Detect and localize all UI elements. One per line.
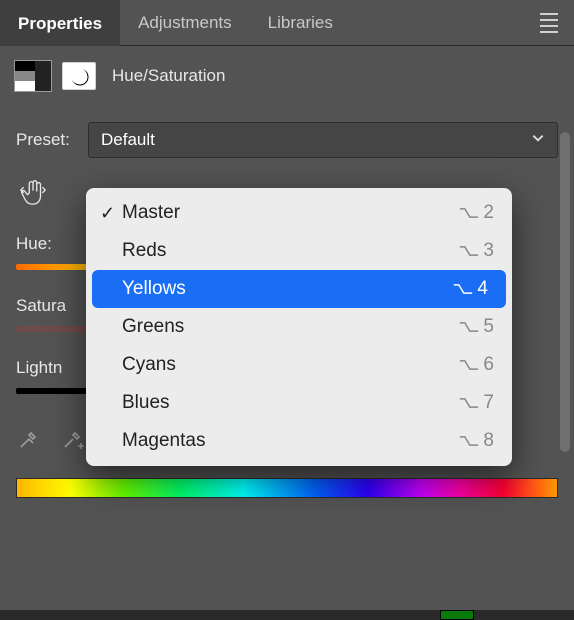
range-menu-item-yellows[interactable]: Yellows4 [92, 270, 506, 308]
range-menu-item-master[interactable]: ✓Master2 [86, 194, 512, 232]
adjustment-title: Hue/Saturation [112, 66, 225, 86]
range-menu-item-reds[interactable]: Reds3 [86, 232, 512, 270]
preset-label: Preset: [16, 130, 76, 150]
menu-item-label: Magentas [122, 430, 459, 452]
menu-item-label: Master [122, 202, 459, 224]
properties-panel: Properties Adjustments Libraries Hue/Sat… [0, 0, 574, 620]
menu-item-shortcut: 6 [459, 354, 494, 376]
range-menu-item-cyans[interactable]: Cyans6 [86, 346, 512, 384]
panel-footer-strip [0, 610, 574, 620]
menu-item-shortcut: 3 [459, 240, 494, 262]
menu-item-label: Greens [122, 316, 459, 338]
menu-item-label: Yellows [122, 278, 453, 300]
menu-item-shortcut: 7 [459, 392, 494, 414]
tab-libraries[interactable]: Libraries [250, 0, 351, 46]
preset-select[interactable]: Default [88, 122, 558, 158]
chevron-down-icon [531, 130, 545, 150]
tab-properties[interactable]: Properties [0, 0, 120, 46]
panel-tabbar: Properties Adjustments Libraries [0, 0, 574, 46]
targeted-adjust-icon[interactable] [16, 174, 50, 208]
eyedropper-add-icon[interactable] [60, 426, 86, 452]
menu-item-shortcut: 2 [459, 202, 494, 224]
preset-row: Preset: Default [16, 122, 558, 158]
menu-item-shortcut: 4 [453, 278, 488, 300]
tab-adjustments[interactable]: Adjustments [120, 0, 250, 46]
panel-scrollbar[interactable] [560, 132, 570, 492]
range-menu-item-blues[interactable]: Blues7 [86, 384, 512, 422]
range-menu-item-greens[interactable]: Greens5 [86, 308, 512, 346]
menu-item-label: Reds [122, 240, 459, 262]
color-range-menu: ✓Master2Reds3Yellows4Greens5Cyans6Blues7… [86, 188, 512, 466]
scrollbar-thumb[interactable] [560, 132, 570, 452]
adjustment-header: Hue/Saturation [0, 46, 574, 102]
panel-menu-icon[interactable] [534, 7, 564, 39]
menu-item-label: Cyans [122, 354, 459, 376]
layer-mask-thumb-icon[interactable] [62, 62, 96, 90]
hue-spectrum-strip[interactable] [16, 478, 558, 498]
adjustment-thumb-icon[interactable] [14, 60, 52, 92]
range-menu-item-magentas[interactable]: Magentas8 [86, 422, 512, 460]
eyedropper-icon[interactable] [16, 426, 42, 452]
menu-item-shortcut: 8 [459, 430, 494, 452]
menu-item-shortcut: 5 [459, 316, 494, 338]
menu-item-label: Blues [122, 392, 459, 414]
check-icon: ✓ [100, 203, 122, 224]
preset-value: Default [101, 130, 155, 150]
footer-swatch[interactable] [440, 610, 474, 620]
